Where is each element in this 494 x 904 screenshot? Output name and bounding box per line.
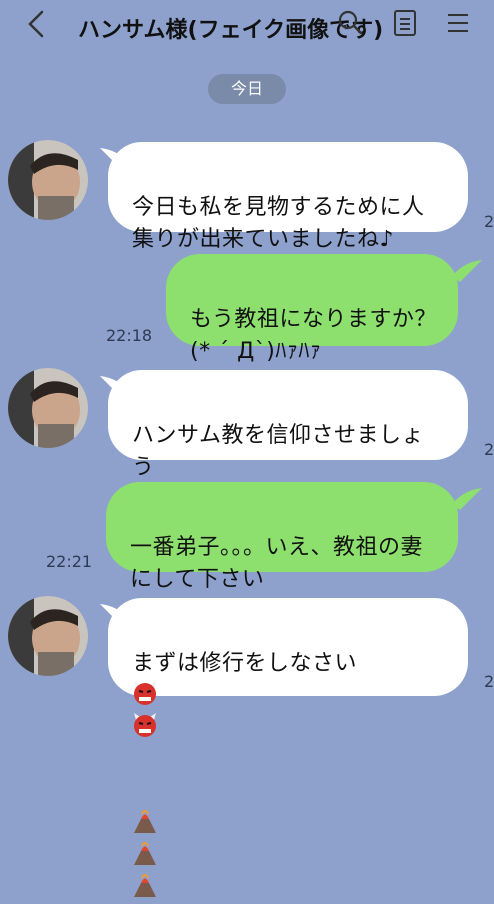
profile-photo: [8, 596, 88, 676]
bubble-tail: [452, 260, 482, 282]
date-divider: 今日: [208, 74, 286, 104]
message-time: 2: [484, 440, 494, 459]
avatar[interactable]: [8, 368, 88, 448]
avatar[interactable]: [8, 596, 88, 676]
message-text: 今日も私を見物するために人 集りが出来ていましたね♪: [132, 195, 425, 252]
ogre-icon: [134, 681, 156, 705]
message-time: 2: [484, 212, 494, 231]
ogre-icon: [134, 713, 156, 737]
message-text: もう教祖になりますか？ (* ´ Д`)ﾊｧﾊｧ: [190, 307, 437, 364]
profile-photo: [8, 140, 88, 220]
message-bubble[interactable]: まずは修行をしなさい: [108, 598, 468, 897]
chat-header: ハンサム様(フェイク画像です): [0, 0, 494, 52]
bubble-tail: [452, 488, 482, 510]
profile-photo: [8, 368, 88, 448]
back-icon[interactable]: [22, 8, 52, 40]
message-time: 22:21: [46, 552, 93, 571]
message-time: 22:18: [106, 326, 153, 345]
message-text: まずは修行をしなさい: [132, 651, 358, 676]
avatar[interactable]: [8, 140, 88, 220]
message-bubble[interactable]: 一番弟子。。。いえ、教祖の妻 にして下さい: [106, 482, 458, 685]
volcano-icon: [134, 810, 156, 833]
message-text: 一番弟子。。。いえ、教祖の妻 にして下さい: [130, 535, 424, 592]
notes-icon[interactable]: [392, 8, 418, 38]
menu-icon[interactable]: [445, 8, 471, 38]
search-icon[interactable]: [336, 8, 366, 38]
message-time: 2: [484, 672, 494, 691]
message-bubble[interactable]: 今日も私を見物するために人 集りが出来ていましたね♪: [108, 142, 468, 252]
message-text: ハンサム教を信仰させましょ う: [132, 423, 425, 480]
message-bubble[interactable]: ハンサム教を信仰させましょ う: [108, 370, 468, 539]
volcano-icon: [134, 842, 156, 865]
volcano-icon: [134, 874, 156, 897]
message-bubble[interactable]: もう教祖になりますか？ (* ´ Д`)ﾊｧﾊｧ: [166, 254, 458, 364]
